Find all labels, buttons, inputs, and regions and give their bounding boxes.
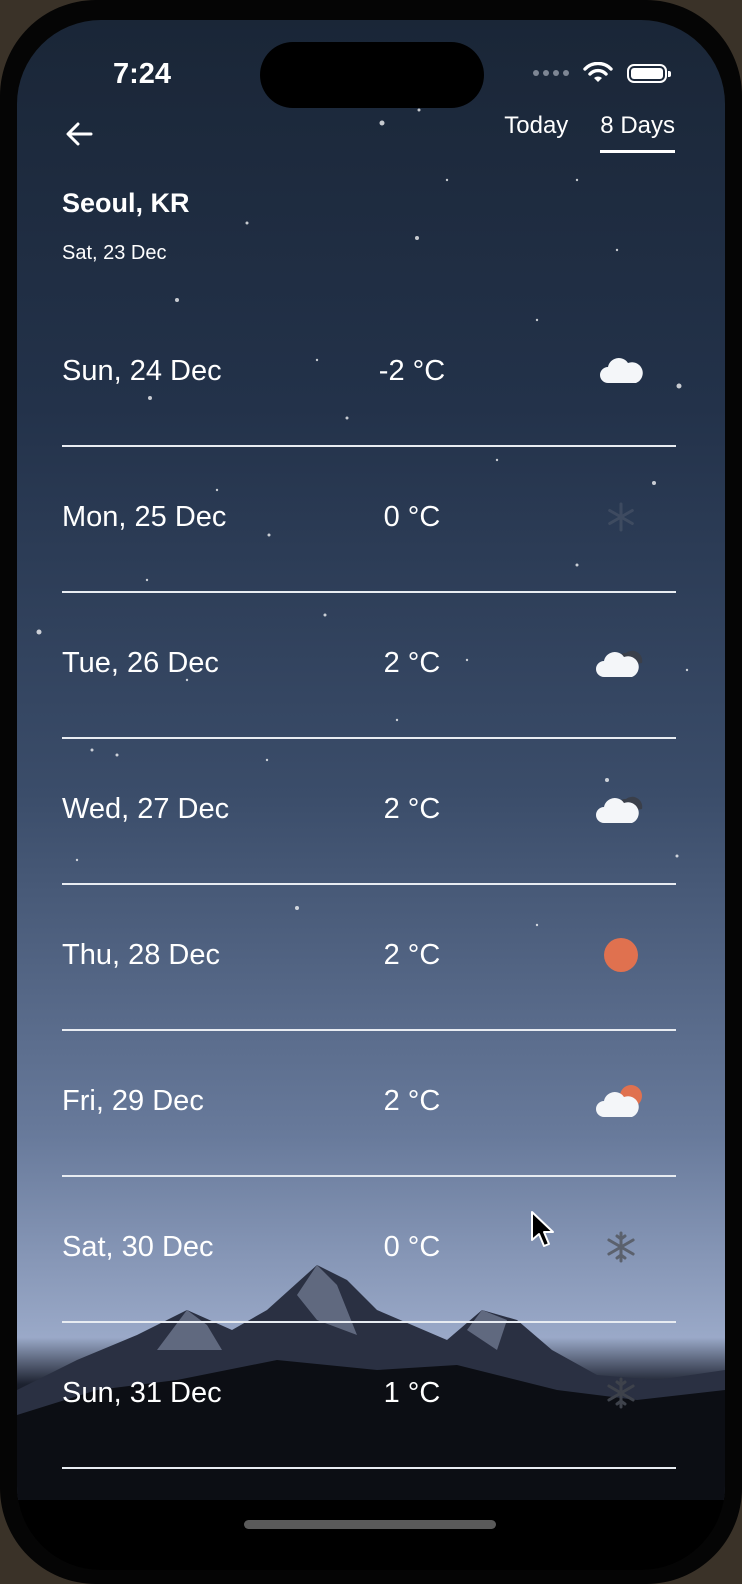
forecast-temp: -2 °C bbox=[378, 355, 446, 387]
dynamic-island bbox=[260, 42, 484, 108]
phone-frame: 7:24 Today 8 Days Seoul, KR Sat, 23 Dec … bbox=[0, 0, 742, 1584]
snowflake-icon bbox=[607, 1231, 635, 1263]
cloudy-icon bbox=[596, 796, 643, 823]
status-time: 7:24 bbox=[113, 58, 172, 90]
tab-today[interactable]: Today bbox=[504, 112, 568, 153]
forecast-row[interactable]: Thu, 28 Dec 2 °C bbox=[62, 885, 676, 1031]
current-date: Sat, 23 Dec bbox=[62, 242, 167, 264]
forecast-row[interactable]: Sun, 31 Dec 1 °C bbox=[62, 1323, 676, 1469]
forecast-row[interactable]: Mon, 25 Dec 0 °C bbox=[62, 447, 676, 593]
forecast-list: Sun, 24 Dec -2 °C Mon, 25 Dec 0 °C Tue, … bbox=[62, 301, 676, 1469]
wifi-icon bbox=[583, 62, 613, 82]
location-city: Seoul, KR bbox=[62, 188, 190, 218]
app-screen: 7:24 Today 8 Days Seoul, KR Sat, 23 Dec … bbox=[17, 20, 725, 1570]
forecast-day: Sun, 31 Dec bbox=[62, 1377, 222, 1409]
forecast-day: Tue, 26 Dec bbox=[62, 647, 219, 679]
forecast-temp: 2 °C bbox=[383, 939, 441, 971]
forecast-day: Wed, 27 Dec bbox=[62, 793, 230, 825]
forecast-day: Fri, 29 Dec bbox=[62, 1085, 204, 1117]
forecast-row[interactable]: Sat, 30 Dec 0 °C bbox=[62, 1177, 676, 1323]
home-indicator[interactable] bbox=[244, 1520, 496, 1529]
partly-cloudy-icon bbox=[596, 1085, 642, 1117]
forecast-row[interactable]: Fri, 29 Dec 2 °C bbox=[62, 1031, 676, 1177]
cloudy-icon bbox=[596, 650, 643, 677]
forecast-row[interactable]: Tue, 26 Dec 2 °C bbox=[62, 593, 676, 739]
forecast-row[interactable]: Wed, 27 Dec 2 °C bbox=[62, 739, 676, 885]
forecast-row[interactable]: Sun, 24 Dec -2 °C bbox=[62, 301, 676, 447]
forecast-temp: 0 °C bbox=[383, 1231, 441, 1263]
forecast-temp: 2 °C bbox=[383, 647, 441, 679]
forecast-day: Mon, 25 Dec bbox=[62, 501, 227, 533]
forecast-day: Sat, 30 Dec bbox=[62, 1231, 214, 1263]
snowflake-icon bbox=[607, 1377, 635, 1409]
forecast-temp: 1 °C bbox=[383, 1377, 441, 1409]
mouse-pointer-icon bbox=[531, 1211, 554, 1247]
forecast-temp: 2 °C bbox=[383, 793, 441, 825]
back-arrow-icon[interactable] bbox=[61, 116, 97, 152]
status-icons bbox=[533, 62, 671, 84]
forecast-day: Thu, 28 Dec bbox=[62, 939, 220, 971]
view-tabs: Today 8 Days bbox=[504, 112, 675, 153]
tab-8-days[interactable]: 8 Days bbox=[600, 112, 675, 153]
forecast-day: Sun, 24 Dec bbox=[62, 355, 222, 387]
cloud-icon bbox=[600, 358, 643, 383]
forecast-temp: 0 °C bbox=[383, 501, 441, 533]
snowflake-icon bbox=[608, 502, 634, 532]
cellular-dots-icon bbox=[533, 70, 569, 76]
sun-icon bbox=[604, 938, 638, 972]
battery-icon bbox=[627, 63, 671, 83]
forecast-temp: 2 °C bbox=[383, 1085, 441, 1117]
